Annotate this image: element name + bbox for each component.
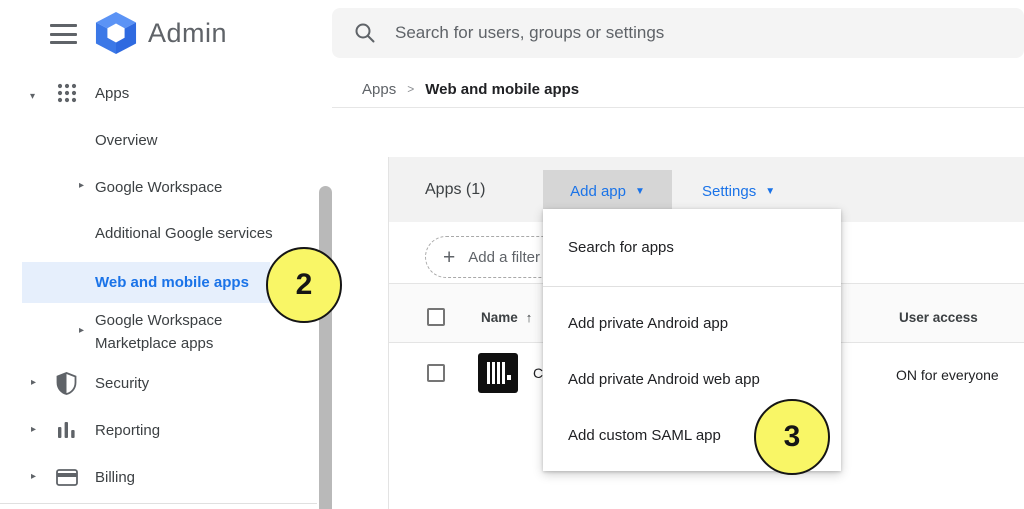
sidebar-item-apps[interactable]: ▾ (30, 86, 35, 104)
breadcrumb-parent[interactable]: Apps (362, 81, 396, 98)
search-placeholder: Search for users, groups or settings (395, 23, 664, 43)
settings-button-label: Settings (702, 183, 756, 200)
sidebar-item-reporting[interactable]: Reporting (95, 422, 160, 439)
chevron-right-icon[interactable]: ▸ (31, 471, 36, 482)
apps-grid-icon (57, 83, 77, 103)
step-2-annotation: 2 (266, 247, 342, 323)
column-header-name[interactable]: Name ↑ (481, 308, 532, 326)
add-app-button-label: Add app (570, 183, 626, 200)
column-header-name-label: Name (481, 310, 518, 325)
plus-icon: + (443, 247, 455, 268)
chevron-right-icon[interactable]: ▸ (31, 424, 36, 435)
chevron-down-icon: ▾ (30, 91, 35, 102)
shield-icon (56, 372, 77, 395)
app-tile-icon[interactable] (478, 353, 518, 393)
header-divider (332, 107, 1024, 108)
admin-logo-icon (93, 12, 139, 54)
column-header-user-access[interactable]: User access (899, 308, 978, 326)
select-all-checkbox[interactable] (427, 308, 445, 326)
menu-spacer (543, 287, 841, 295)
admin-logo-text: Admin (148, 18, 227, 49)
chevron-right-icon[interactable]: ▸ (79, 180, 84, 191)
search-icon (354, 22, 376, 44)
menu-item-search-for-apps[interactable]: Search for apps (543, 209, 841, 286)
chevron-right-icon[interactable]: ▸ (31, 377, 36, 388)
dropdown-caret-icon: ▼ (635, 186, 645, 197)
sidebar-item-marketplace-apps[interactable]: Google Workspace Marketplace apps (95, 309, 265, 355)
breadcrumb: Apps > Web and mobile apps (362, 78, 579, 100)
apps-count-title: Apps (1) (425, 157, 485, 222)
add-filter-label: Add a filter (468, 249, 540, 266)
app-name-cell[interactable]: C (533, 364, 543, 382)
sidebar-item-web-and-mobile-apps[interactable]: Web and mobile apps (95, 274, 249, 291)
row-checkbox[interactable] (427, 364, 445, 382)
add-app-button[interactable]: Add app ▼ (543, 170, 672, 212)
sidebar-item-apps-label[interactable]: Apps (95, 85, 129, 102)
step-3-annotation: 3 (754, 399, 830, 475)
sidebar-scrollbar[interactable] (319, 186, 332, 509)
bar-chart-icon (57, 421, 76, 439)
dropdown-caret-icon: ▼ (765, 186, 775, 197)
menu-hamburger-icon[interactable] (50, 24, 77, 44)
sidebar-item-additional-google-services[interactable]: Additional Google services (95, 225, 273, 242)
search-input[interactable]: Search for users, groups or settings (332, 8, 1024, 58)
admin-logo[interactable]: Admin (93, 12, 227, 54)
chevron-right-icon[interactable]: ▸ (79, 325, 84, 336)
sort-ascending-icon: ↑ (526, 310, 533, 325)
sidebar-item-security[interactable]: Security (95, 375, 149, 392)
admin-console-page: Admin Search for users, groups or settin… (0, 0, 1024, 509)
sidebar-item-billing[interactable]: Billing (95, 469, 135, 486)
breadcrumb-current: Web and mobile apps (425, 81, 579, 98)
sidebar-divider (0, 503, 317, 504)
credit-card-icon (56, 469, 78, 486)
breadcrumb-separator-icon: > (407, 82, 414, 96)
sidebar-item-overview[interactable]: Overview (95, 132, 158, 149)
sidebar-item-google-workspace[interactable]: Google Workspace (95, 179, 222, 196)
menu-item-add-private-android-app[interactable]: Add private Android app (543, 295, 841, 351)
settings-button[interactable]: Settings ▼ (694, 170, 783, 212)
user-access-cell: ON for everyone (896, 366, 999, 384)
